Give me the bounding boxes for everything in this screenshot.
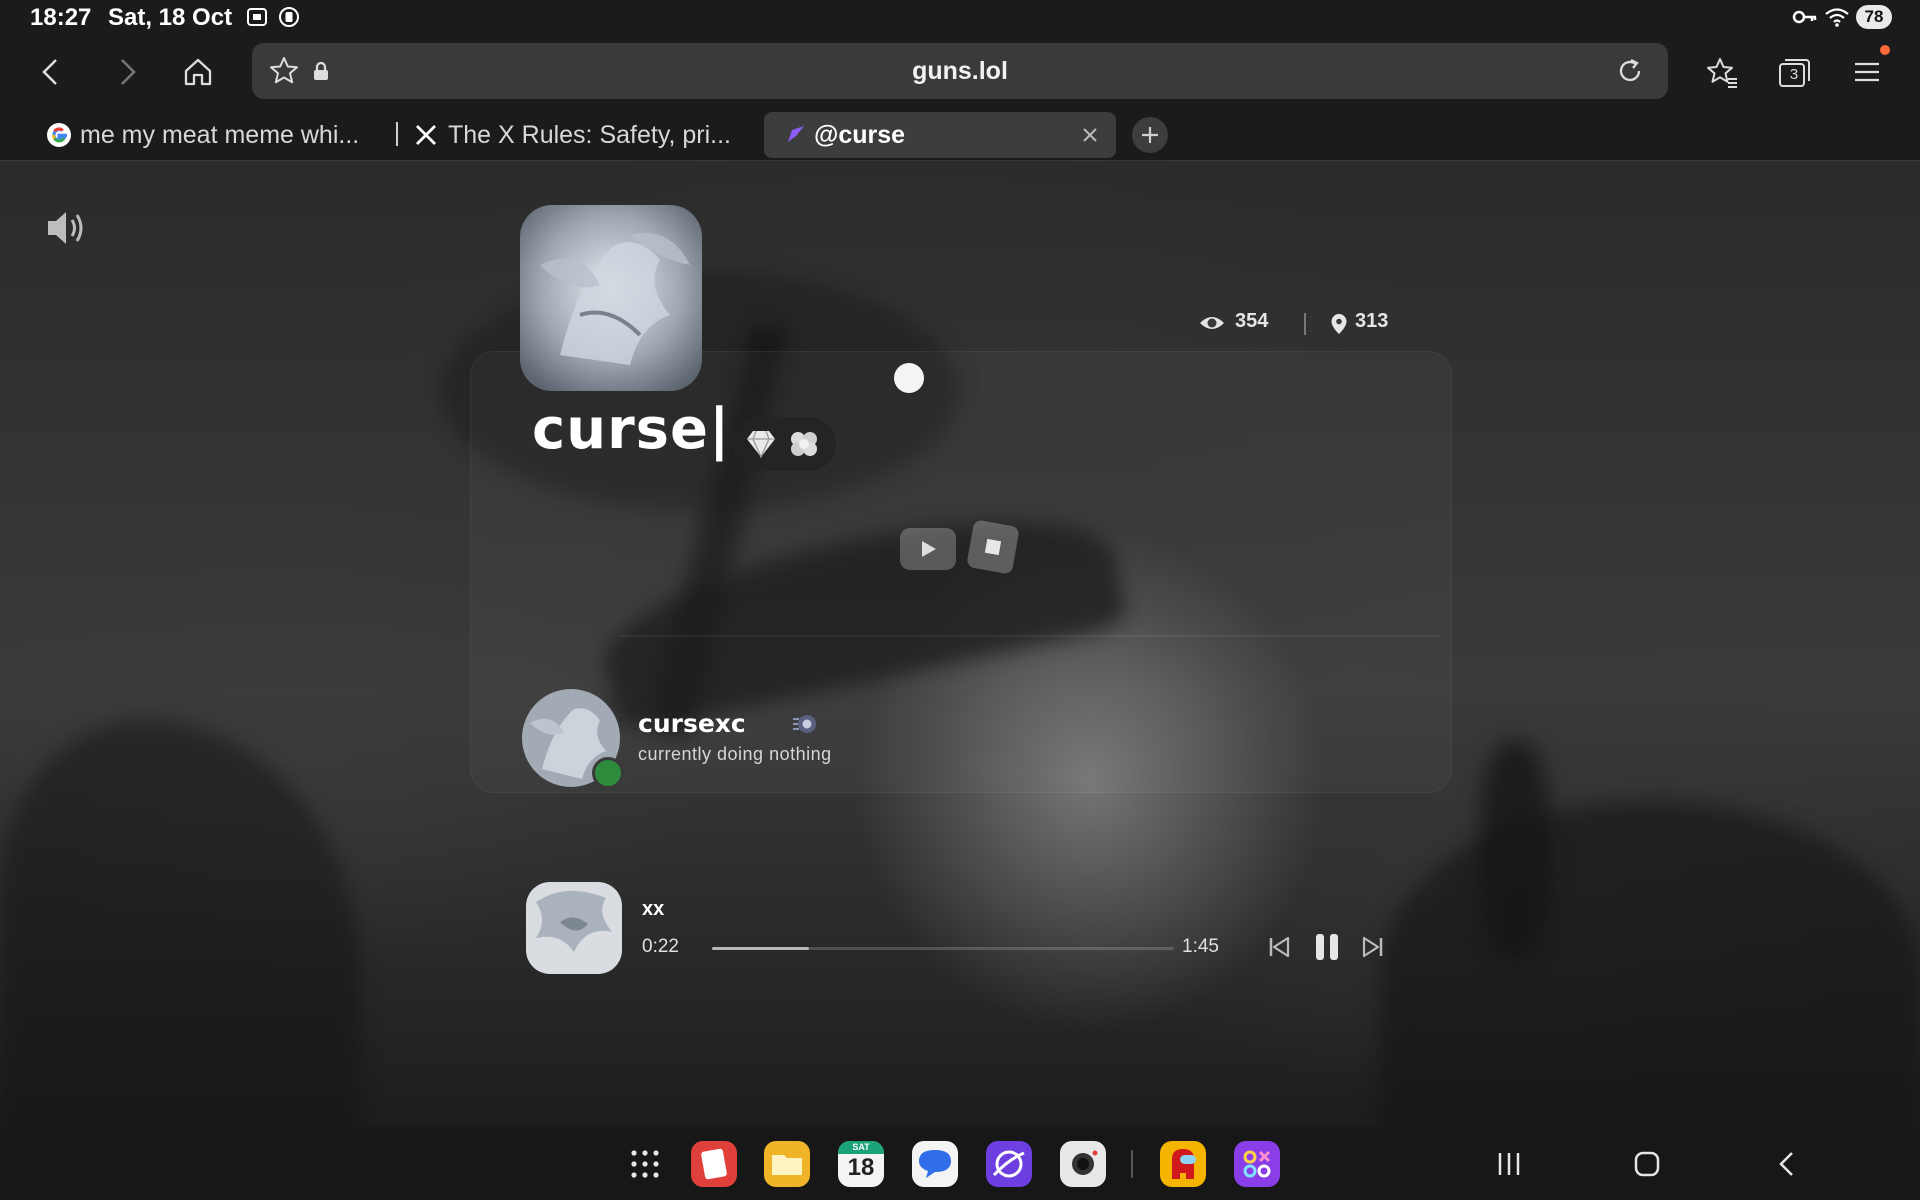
tabs-button[interactable]: 3 bbox=[1776, 55, 1812, 91]
background-right-hill bbox=[1380, 801, 1920, 1127]
eye-icon bbox=[1200, 317, 1224, 329]
files-icon bbox=[772, 1155, 802, 1175]
calendar-app[interactable]: SAT 18 bbox=[838, 1141, 884, 1187]
notes-app[interactable] bbox=[691, 1141, 737, 1187]
volume-icon[interactable] bbox=[44, 207, 90, 249]
background-left-tree bbox=[0, 721, 360, 1127]
status-bar: 18:27 Sat, 18 Oct 78 bbox=[0, 0, 1920, 36]
track-total-time: 1:45 bbox=[1182, 936, 1219, 957]
badge-pill bbox=[732, 417, 836, 471]
card-divider bbox=[620, 635, 1440, 637]
tab-curse[interactable]: @curse bbox=[764, 112, 1116, 158]
diamond-badge-icon[interactable] bbox=[744, 428, 778, 460]
key-icon bbox=[1792, 10, 1817, 24]
youtube-link[interactable] bbox=[900, 528, 956, 570]
track-progress-fill bbox=[712, 947, 809, 950]
view-count: 354 bbox=[1235, 310, 1269, 332]
messages-app[interactable] bbox=[912, 1141, 958, 1187]
forward-icon[interactable] bbox=[104, 50, 148, 94]
home-icon[interactable] bbox=[176, 50, 220, 94]
home-button-icon[interactable] bbox=[1632, 1149, 1662, 1179]
status-time: 18:27 bbox=[30, 4, 92, 31]
track-cover-image bbox=[526, 882, 622, 974]
reload-icon[interactable] bbox=[1614, 55, 1646, 87]
game-app[interactable] bbox=[1234, 1141, 1280, 1187]
profile-username: curse| bbox=[532, 397, 731, 462]
dragon-avatar-image bbox=[520, 205, 702, 391]
wifi-icon bbox=[1825, 8, 1849, 27]
status-date: Sat, 18 Oct bbox=[108, 4, 233, 31]
bookmarks-icon[interactable] bbox=[1704, 55, 1740, 91]
messages-icon bbox=[919, 1150, 951, 1178]
notification-dot bbox=[1880, 45, 1890, 55]
tab-x-rules[interactable]: The X Rules: Safety, pri... bbox=[448, 112, 731, 158]
track-title: xx bbox=[642, 898, 665, 920]
next-track-icon[interactable] bbox=[1360, 934, 1386, 960]
nav-back-icon[interactable] bbox=[1772, 1149, 1802, 1179]
address-bar[interactable]: guns.lol bbox=[252, 43, 1668, 99]
recent-apps-icon[interactable] bbox=[1492, 1149, 1526, 1179]
tab-separator bbox=[396, 122, 398, 146]
taskbar-divider bbox=[1131, 1150, 1133, 1178]
tab-google-search[interactable]: me my meat meme whi... bbox=[80, 112, 359, 158]
tab-title: @curse bbox=[814, 121, 906, 149]
close-icon[interactable] bbox=[1080, 125, 1100, 145]
game-icon bbox=[1243, 1150, 1271, 1178]
online-status-dot bbox=[592, 757, 624, 789]
notes-icon bbox=[701, 1148, 727, 1180]
calendar-weekday: SAT bbox=[838, 1141, 884, 1154]
youtube-play-icon bbox=[922, 541, 936, 557]
browser-icon bbox=[992, 1150, 1025, 1178]
apps-grid-icon[interactable] bbox=[628, 1147, 662, 1181]
recording-indicator-icon bbox=[279, 7, 299, 27]
camera-icon bbox=[1072, 1150, 1098, 1175]
back-icon[interactable] bbox=[30, 50, 74, 94]
flower-badge-icon[interactable] bbox=[786, 427, 822, 461]
camera-app[interactable] bbox=[1060, 1141, 1106, 1187]
previous-track-icon[interactable] bbox=[1266, 934, 1292, 960]
roblox-link[interactable] bbox=[966, 519, 1020, 575]
calendar-day: 18 bbox=[847, 1154, 875, 1181]
guns-lol-icon bbox=[788, 126, 804, 142]
menu-icon[interactable] bbox=[1850, 55, 1884, 89]
new-tab-button[interactable] bbox=[1132, 117, 1168, 153]
background-figure bbox=[1480, 741, 1550, 961]
screenshot-indicator-icon bbox=[247, 8, 267, 26]
track-current-time: 0:22 bbox=[642, 936, 679, 957]
url-text[interactable]: guns.lol bbox=[252, 43, 1668, 99]
among-us-app[interactable] bbox=[1160, 1141, 1206, 1187]
cursor-dot bbox=[894, 363, 924, 393]
profile-page: curse| 354 313 cursexc currently doing n… bbox=[0, 161, 1920, 1127]
profile-avatar bbox=[520, 205, 702, 391]
stat-separator bbox=[1304, 313, 1306, 335]
files-app[interactable] bbox=[764, 1141, 810, 1187]
google-icon bbox=[47, 123, 71, 147]
location-count: 313 bbox=[1355, 310, 1389, 332]
location-pin-icon bbox=[1331, 314, 1347, 334]
track-cover bbox=[526, 882, 622, 974]
plus-icon bbox=[1142, 127, 1158, 143]
discord-badge-icon bbox=[793, 715, 816, 733]
pause-icon[interactable] bbox=[1312, 931, 1342, 963]
x-logo-icon bbox=[416, 125, 436, 145]
discord-username: cursexc bbox=[638, 709, 746, 738]
battery-indicator: 78 bbox=[1856, 5, 1892, 29]
roblox-icon bbox=[984, 538, 1002, 556]
discord-activity: currently doing nothing bbox=[638, 744, 832, 764]
tabs-count: 3 bbox=[1789, 66, 1799, 83]
among-us-icon bbox=[1172, 1149, 1196, 1179]
browser-app[interactable] bbox=[986, 1141, 1032, 1187]
